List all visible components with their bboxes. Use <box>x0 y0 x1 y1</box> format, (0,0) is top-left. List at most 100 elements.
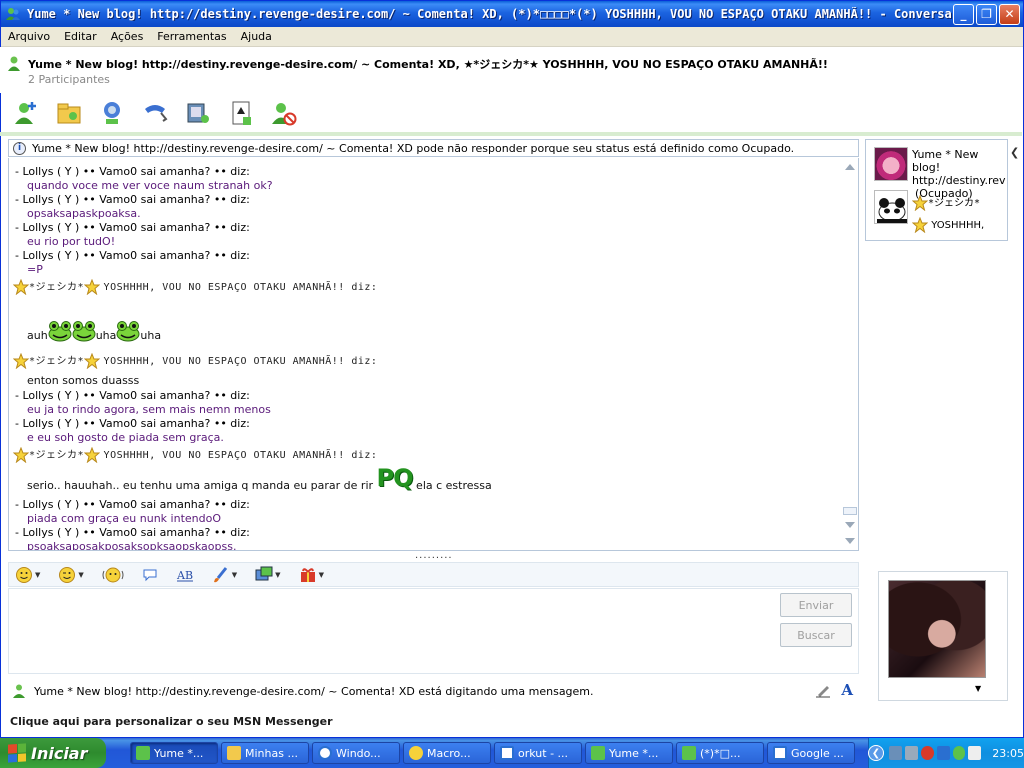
toolbar-divider <box>0 132 1022 136</box>
games-icon[interactable] <box>225 97 257 129</box>
windows-logo-icon <box>8 743 26 763</box>
personalize-link[interactable]: Clique aqui para personalizar o seu MSN … <box>10 715 333 728</box>
conversation-toolbar <box>0 94 1022 132</box>
task-orkut[interactable]: orkut - ... <box>494 742 582 764</box>
msn-tray-icon[interactable] <box>952 746 966 760</box>
message-fragment: ela c estressa <box>416 479 492 492</box>
participant-yume[interactable]: Yume * New blog! http://destiny.rev (Ocu… <box>912 148 1006 200</box>
scroll-thumb[interactable] <box>843 507 857 515</box>
message-input[interactable] <box>8 588 859 674</box>
emoticon-button[interactable]: ▼ <box>15 566 40 584</box>
network-icon[interactable] <box>889 746 902 760</box>
collapse-panel-icon[interactable]: ❮ <box>1010 146 1019 159</box>
participant-count[interactable]: 2 Participantes <box>28 73 110 86</box>
wink-icon <box>59 566 76 583</box>
contact-avatar-panda[interactable] <box>874 190 908 224</box>
chat-scrollbar[interactable] <box>842 158 858 550</box>
message-fragment: uha <box>140 329 162 342</box>
block-contact-icon[interactable] <box>268 97 300 129</box>
nudge-button[interactable] <box>102 566 124 584</box>
info-icon: i <box>13 141 26 155</box>
task-label: orkut - ... <box>518 746 569 760</box>
message-sender: - Lollys ( Y ) •• Vamo0 sai amanha? •• d… <box>15 389 250 402</box>
activities-icon[interactable] <box>182 97 214 129</box>
jessica-nick: YOSHHHH, VOU NO ESPAÇO OTAKU AMANHÃ!! di… <box>103 282 378 293</box>
text-mode-icon[interactable]: A <box>841 681 853 699</box>
msn-icon <box>136 746 150 760</box>
task-label: Yume *... <box>609 746 659 760</box>
msn-buddy-icon <box>6 8 20 20</box>
voice-clip-button[interactable] <box>142 567 158 583</box>
menu-bar: Arquivo Editar Ações Ferramentas Ajuda <box>1 27 1023 47</box>
system-tray: 23:05 <box>868 738 1024 768</box>
star-emoticon-icon <box>13 447 29 463</box>
menu-arquivo[interactable]: Arquivo <box>1 30 57 43</box>
scroll-down-icon[interactable] <box>845 522 855 528</box>
scroll-bottom-icon[interactable] <box>845 538 855 544</box>
security-icon[interactable] <box>904 746 918 760</box>
task-msn-conversation-3[interactable]: (*)*□... <box>676 742 764 764</box>
message-text: piada com graça eu nunk intendoO <box>27 512 221 525</box>
voice-clip-icon <box>143 569 157 581</box>
jessica-name: *ジェシカ* <box>29 356 85 367</box>
browser-icon <box>773 746 787 760</box>
menu-acoes[interactable]: Ações <box>104 30 151 43</box>
contact-avatar[interactable] <box>874 147 908 181</box>
invite-contact-icon[interactable] <box>10 97 42 129</box>
title-bar[interactable]: Yume * New blog! http://destiny.revenge-… <box>1 1 1023 27</box>
gift-button[interactable]: ▼ <box>299 566 324 584</box>
antivirus-icon[interactable] <box>920 746 934 760</box>
search-button[interactable]: Buscar <box>780 623 852 647</box>
menu-editar[interactable]: Editar <box>57 30 104 43</box>
media-player-icon <box>318 746 332 760</box>
close-button[interactable]: ✕ <box>999 3 1020 25</box>
message-fragment: uha <box>95 329 117 342</box>
conversation-header: Yume * New blog! http://destiny.revenge-… <box>0 47 1022 93</box>
webcam-icon[interactable] <box>96 97 128 129</box>
menu-ajuda[interactable]: Ajuda <box>234 30 279 43</box>
menu-ferramentas[interactable]: Ferramentas <box>150 30 233 43</box>
minimize-button[interactable]: _ <box>953 3 974 25</box>
restore-button[interactable]: ❐ <box>976 3 997 25</box>
message-fragment: serio.. hauuhah.. eu tenhu uma amiga q m… <box>27 479 374 492</box>
scroll-up-icon[interactable] <box>845 164 855 170</box>
msn-icon <box>682 746 696 760</box>
font-button[interactable]: AB <box>176 566 194 584</box>
svg-text:AB: AB <box>176 569 193 582</box>
message-sender: - Lollys ( Y ) •• Vamo0 sai amanha? •• d… <box>15 526 250 539</box>
show-hidden-icons-icon[interactable]: ❮ <box>868 745 884 761</box>
volume-icon[interactable] <box>968 746 982 760</box>
task-my-documents[interactable]: Minhas ... <box>221 742 309 764</box>
phone-call-icon[interactable] <box>139 97 171 129</box>
smiley-icon <box>16 566 32 583</box>
send-button[interactable]: Enviar <box>780 593 852 617</box>
folder-icon <box>227 746 241 760</box>
handwriting-icon[interactable] <box>815 682 831 698</box>
background-button[interactable]: ▼ <box>212 566 237 584</box>
splitter-handle[interactable]: ......... <box>415 550 453 561</box>
clock[interactable]: 23:05 <box>992 747 1024 760</box>
wink-button[interactable]: ▼ <box>58 566 84 584</box>
message-text: =P <box>27 263 43 276</box>
start-button[interactable]: Iniciar <box>0 738 106 768</box>
participant-jessica[interactable]: *ジェシカ* YOSHHHH, <box>912 194 984 233</box>
status-notice: i Yume * New blog! http://destiny.reveng… <box>8 139 859 157</box>
notice-text: Yume * New blog! http://destiny.revenge-… <box>32 141 795 155</box>
task-windows-media[interactable]: Windo... <box>312 742 400 764</box>
display-picture-menu-icon[interactable]: ▼ <box>975 684 981 693</box>
my-display-picture[interactable] <box>888 580 986 678</box>
chat-history[interactable]: - Lollys ( Y ) •• Vamo0 sai amanha? •• d… <box>8 158 859 551</box>
send-files-icon[interactable] <box>53 97 85 129</box>
task-macromedia[interactable]: Macro... <box>403 742 491 764</box>
jessica-nick: YOSHHHH, VOU NO ESPAÇO OTAKU AMANHÃ!! di… <box>103 356 378 367</box>
task-google[interactable]: Google ... <box>767 742 855 764</box>
frog-emoticon-icon <box>116 321 140 342</box>
jessica-sender-line: *ジェシカ* YOSHHHH, VOU NO ESPAÇO OTAKU AMAN… <box>13 446 377 463</box>
bluetooth-icon[interactable] <box>936 746 950 760</box>
display-picture-button[interactable]: ▼ <box>255 566 281 584</box>
message-text: enton somos duasss <box>27 374 140 387</box>
task-msn-conversation[interactable]: Yume *... <box>130 742 218 764</box>
start-label: Iniciar <box>31 743 88 763</box>
task-list: Yume *... Minhas ... Windo... Macro... o… <box>130 742 855 764</box>
task-msn-conversation-2[interactable]: Yume *... <box>585 742 673 764</box>
